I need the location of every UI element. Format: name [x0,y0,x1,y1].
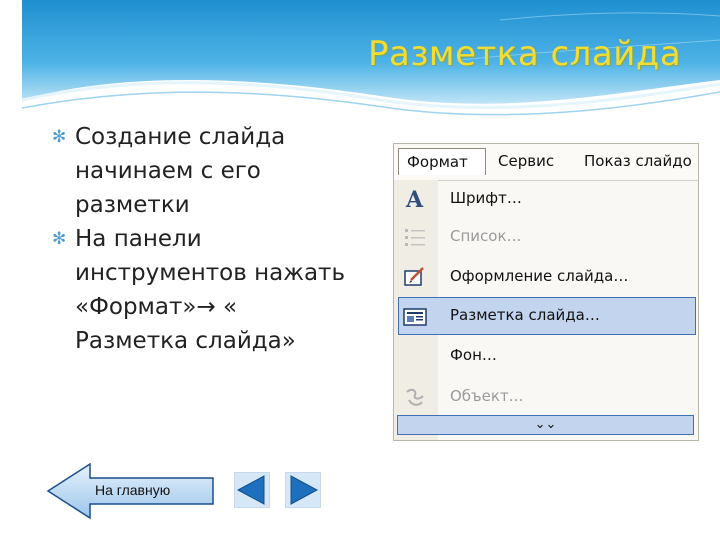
bullet-list: ✻ Создание слайда начинаем с его разметк… [50,120,370,358]
menu-item-list: Список… [394,218,698,256]
bullet-star-icon: ✻ [52,127,67,147]
slide-design-icon [404,267,424,286]
menu-item-background[interactable]: Фон… [394,337,698,375]
menu-format-label: Формат [407,153,468,171]
menu-item-label: Фон… [450,346,497,364]
menu-format[interactable]: Формат [398,148,486,175]
font-icon: A [405,188,424,210]
bullet-item: ✻ На панели инструментов нажать «Формат»… [50,222,370,358]
menu-item-label: Список… [450,227,522,245]
next-slide-button[interactable] [285,472,321,508]
list-icon [405,229,425,246]
previous-slide-button[interactable] [234,472,270,508]
bullet-star-icon: ✻ [52,229,67,249]
format-menu-screenshot: Формат Сервис Показ слайдо A Шрифт… Спис… [393,143,699,441]
object-icon [406,388,424,406]
double-chevron-down-icon: ⌄⌄ [534,417,557,432]
menu-item-label: Объект… [450,387,524,405]
menu-item-object: Объект… [394,378,698,416]
menu-item-slide-layout[interactable]: Разметка слайда… [398,297,696,335]
menu-item-font[interactable]: A Шрифт… [394,180,698,218]
menu-bar: Формат Сервис Показ слайдо [394,144,698,181]
home-button-label: На главную [95,482,171,498]
menu-item-label: Оформление слайда… [450,267,629,285]
menu-item-slide-design[interactable]: Оформление слайда… [394,258,698,296]
slide-layout-icon [403,308,427,326]
menu-item-label: Шрифт… [450,189,522,207]
menu-service[interactable]: Сервис [498,152,554,170]
menu-slideshow[interactable]: Показ слайдо [584,152,692,170]
svg-text:A: A [405,188,424,210]
slide-title: Разметка слайда [368,34,682,74]
menu-item-label: Разметка слайда… [450,306,600,324]
bullet-item: ✻ Создание слайда начинаем с его разметк… [50,120,370,222]
bullet-text: На панели инструментов нажать «Формат»→ … [75,226,346,354]
bullet-text: Создание слайда начинаем с его разметки [75,124,286,218]
menu-expand-chevron[interactable]: ⌄⌄ [397,415,694,435]
